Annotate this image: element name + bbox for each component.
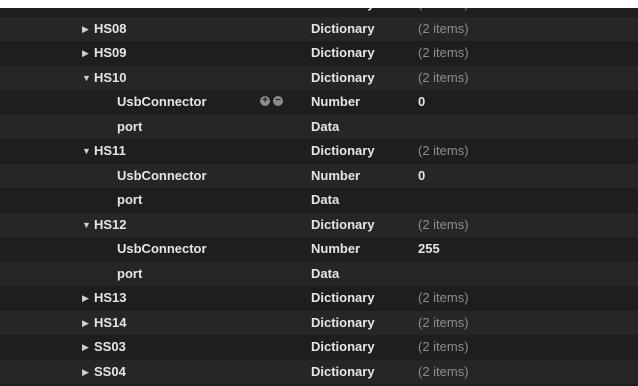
row-key-label: SS03 — [94, 339, 126, 354]
row-key-label: HS12 — [94, 216, 127, 232]
property-row[interactable]: port Data — [0, 261, 638, 287]
row-key-label: HS14 — [94, 314, 127, 330]
row-value[interactable]: 0 — [418, 90, 425, 115]
row-value: (2 items) — [418, 216, 469, 232]
disclosure-expanded-icon[interactable]: ▼ — [82, 66, 94, 91]
add-item-icon[interactable]: + — [260, 96, 270, 106]
disclosure-collapsed-icon[interactable]: ▶ — [82, 41, 94, 66]
row-key: ▶ HS09 — [82, 41, 127, 66]
row-key-label: port — [117, 192, 143, 207]
row-key: ▼ HS12 — [82, 213, 127, 238]
row-value[interactable]: 0 — [418, 164, 425, 189]
row-type[interactable]: Dictionary — [311, 360, 375, 385]
row-key: port — [117, 262, 142, 287]
property-row[interactable]: port Data — [0, 188, 638, 213]
disclosure-collapsed-icon[interactable]: ▶ — [82, 360, 94, 385]
dictionary-row[interactable]: ▼ HS10 Dictionary (2 items) — [0, 65, 638, 91]
row-key-label: HS10 — [94, 69, 127, 85]
disclosure-collapsed-icon[interactable]: ▶ — [82, 311, 94, 336]
row-type[interactable]: Dictionary — [311, 17, 375, 42]
row-value: (2 items) — [418, 20, 469, 36]
row-value: (2 items) — [418, 290, 469, 305]
property-row[interactable]: UsbConnector + − Number 0 — [0, 90, 638, 115]
row-value: (2 items) — [418, 143, 469, 158]
disclosure-collapsed-icon[interactable]: ▶ — [82, 17, 94, 42]
row-key-label: port — [117, 265, 143, 281]
disclosure-expanded-icon[interactable]: ▼ — [82, 139, 94, 164]
dictionary-row[interactable]: ▶ SS03 Dictionary (2 items) — [0, 335, 638, 360]
property-row[interactable]: UsbConnector Number 255 — [0, 237, 638, 262]
dictionary-row[interactable]: ▶ SS04 Dictionary (2 items) — [0, 359, 638, 385]
row-key: ▶HS07 — [82, 8, 127, 17]
disclosure-expanded-icon[interactable]: ▼ — [82, 213, 94, 238]
row-key: UsbConnector — [117, 90, 207, 115]
dictionary-row[interactable]: ▼ HS12 Dictionary (2 items) — [0, 212, 638, 238]
row-controls: + − — [260, 96, 286, 108]
row-key-label: port — [117, 118, 143, 134]
row-type[interactable]: Dictionary — [311, 66, 375, 91]
dictionary-row[interactable]: ▶HS07 Dictionary (2 items) — [0, 8, 638, 17]
row-key: ▶ HS14 — [82, 311, 127, 336]
row-key: UsbConnector — [117, 164, 207, 189]
row-key: port — [117, 115, 142, 140]
row-type[interactable]: Number — [311, 237, 360, 262]
row-type[interactable]: Dictionary — [311, 41, 375, 66]
row-key: ▶ SS04 — [82, 360, 126, 385]
dictionary-row[interactable]: ▶ HS13 Dictionary (2 items) — [0, 286, 638, 311]
plist-outline: ▶HS07Dictionary(2 items)▶HS08Dictionary(… — [0, 8, 638, 384]
row-key-label: UsbConnector — [117, 167, 207, 183]
dictionary-row[interactable]: ▶ HS08 Dictionary (2 items) — [0, 16, 638, 42]
row-type[interactable]: Dictionary — [311, 139, 375, 164]
row-type[interactable]: Data — [311, 262, 339, 287]
row-value: (2 items) — [418, 69, 469, 85]
row-key: UsbConnector — [117, 237, 207, 262]
property-row[interactable]: UsbConnector Number 0 — [0, 163, 638, 189]
row-key-label: HS13 — [94, 290, 127, 305]
row-key: ▶ SS03 — [82, 335, 126, 360]
row-key-label: HS09 — [94, 45, 127, 60]
property-row[interactable]: port Data — [0, 114, 638, 140]
row-key: ▼ HS11 — [82, 139, 126, 164]
row-key-label: UsbConnector — [117, 94, 207, 109]
row-value[interactable]: 255 — [418, 237, 440, 262]
row-type[interactable]: Data — [311, 115, 339, 140]
disclosure-collapsed-icon[interactable]: ▶ — [82, 335, 94, 360]
remove-item-icon[interactable]: − — [273, 96, 283, 106]
row-type[interactable]: Dictionary — [311, 213, 375, 238]
dictionary-row[interactable]: ▶ HS14 Dictionary (2 items) — [0, 310, 638, 336]
row-type[interactable]: Dictionary — [311, 286, 375, 311]
row-type[interactable]: Number — [311, 164, 360, 189]
row-type[interactable]: Dictionary — [311, 311, 375, 336]
dictionary-row[interactable]: ▼ HS11 Dictionary (2 items) — [0, 139, 638, 164]
row-value: (2 items) — [418, 8, 469, 17]
row-type[interactable]: Data — [311, 188, 339, 213]
plist-editor-panel: ▶HS07Dictionary(2 items)▶HS08Dictionary(… — [0, 8, 638, 386]
dictionary-row[interactable]: ▶ HS09 Dictionary (2 items) — [0, 41, 638, 66]
row-key: ▶ HS08 — [82, 17, 127, 42]
row-key-label: UsbConnector — [117, 241, 207, 256]
row-value: (2 items) — [418, 314, 469, 330]
row-key: ▼ HS10 — [82, 66, 127, 91]
disclosure-collapsed-icon[interactable]: ▶ — [82, 286, 94, 311]
row-value: (2 items) — [418, 363, 469, 379]
row-key-label: HS11 — [94, 143, 126, 158]
disclosure-collapsed-icon[interactable]: ▶ — [82, 8, 94, 17]
row-type[interactable]: Number — [311, 90, 360, 115]
row-type[interactable]: Dictionary — [311, 335, 375, 360]
row-value: (2 items) — [418, 339, 469, 354]
row-key: ▶ HS13 — [82, 286, 127, 311]
row-type[interactable]: Dictionary — [311, 8, 375, 17]
row-value: (2 items) — [418, 45, 469, 60]
row-key: port — [117, 188, 142, 213]
row-key-label: HS07 — [94, 8, 127, 11]
row-key-label: SS04 — [94, 363, 126, 379]
row-key-label: HS08 — [94, 20, 127, 36]
